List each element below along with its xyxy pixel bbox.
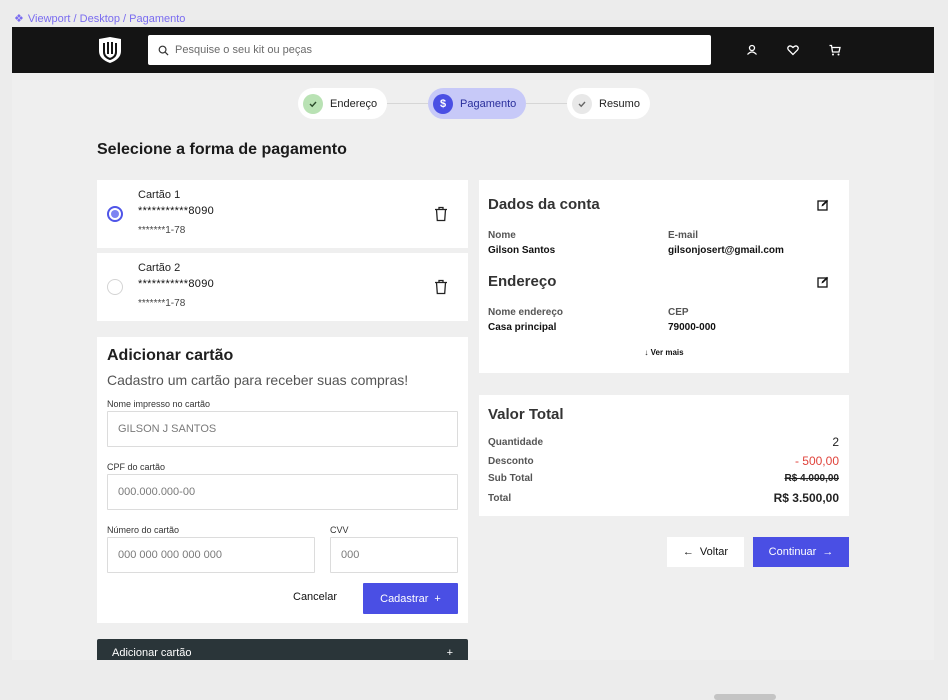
step-label: Resumo bbox=[599, 97, 640, 110]
total-key: Total bbox=[488, 492, 512, 504]
user-icon[interactable] bbox=[744, 42, 760, 58]
subtotal-key: Sub Total bbox=[488, 473, 533, 484]
horizontal-scrollbar[interactable] bbox=[714, 694, 776, 700]
card-number: ***********8090 bbox=[138, 278, 215, 290]
qty-key: Quantidade bbox=[488, 436, 544, 448]
continue-label: Continuar bbox=[768, 546, 817, 558]
back-button[interactable]: ← Voltar bbox=[667, 537, 744, 567]
viewport-frame: Pesquise o seu kit ou peças Endereço $ P… bbox=[12, 27, 934, 660]
discount-value: - 500,00 bbox=[794, 454, 839, 468]
step-pagamento[interactable]: $ Pagamento bbox=[428, 88, 527, 119]
account-title: Dados da conta bbox=[488, 196, 600, 213]
cep-value: 79000-000 bbox=[668, 322, 716, 333]
address-title: Endereço bbox=[488, 273, 557, 290]
stepper-connector bbox=[525, 103, 567, 104]
saved-card-item[interactable]: Cartão 2 ***********8090 *******1-78 bbox=[97, 253, 468, 321]
plus-icon: + bbox=[446, 647, 453, 659]
saved-card-item[interactable]: Cartão 1 ***********8090 *******1-78 bbox=[97, 180, 468, 248]
cpf-label: CPF do cartão bbox=[107, 462, 166, 472]
subtotal-value: R$ 4.000,00 bbox=[784, 473, 840, 484]
trash-icon[interactable] bbox=[434, 279, 448, 295]
add-card-collapsed-bar[interactable]: Adicionar cartão + bbox=[97, 639, 468, 660]
search-icon bbox=[158, 45, 169, 56]
register-card-button[interactable]: Cadastrar + bbox=[363, 583, 458, 614]
total-row: Total R$ 3.500,00 bbox=[488, 491, 839, 505]
email-key: E-mail bbox=[668, 230, 699, 241]
step-resumo[interactable]: Resumo bbox=[567, 88, 650, 119]
card-name: Cartão 1 bbox=[138, 189, 181, 201]
brand-logo-icon[interactable] bbox=[97, 36, 123, 64]
top-navigation-bar: Pesquise o seu kit ou peças bbox=[12, 27, 934, 73]
arrow-down-icon: ↓ bbox=[644, 348, 649, 357]
cvv-label: CVV bbox=[330, 525, 349, 535]
plus-icon: + bbox=[434, 592, 441, 605]
edit-icon[interactable] bbox=[817, 199, 829, 211]
card-name-label: Nome impresso no cartão bbox=[107, 399, 211, 409]
email-value: gilsonjosert@gmail.com bbox=[668, 245, 784, 256]
stepper-connector bbox=[386, 103, 428, 104]
qty-row: Quantidade 2 bbox=[488, 435, 839, 449]
trash-icon[interactable] bbox=[434, 206, 448, 222]
discount-row: Desconto - 500,00 bbox=[488, 454, 839, 468]
add-card-form: Adicionar cartão Cadastro um cartão para… bbox=[97, 337, 468, 623]
arrow-left-icon: ← bbox=[682, 546, 694, 558]
collapsed-bar-label: Adicionar cartão bbox=[112, 647, 192, 659]
cpf-input[interactable]: 000.000.000-00 bbox=[107, 474, 458, 510]
back-label: Voltar bbox=[699, 546, 729, 558]
address-name-value: Casa principal bbox=[488, 322, 557, 333]
order-total-panel: Valor Total Quantidade 2 Desconto - 500,… bbox=[479, 395, 849, 516]
total-title: Valor Total bbox=[488, 406, 564, 423]
subtotal-row: Sub Total R$ 4.000,00 bbox=[488, 473, 839, 484]
card-radio-selected[interactable] bbox=[107, 206, 123, 222]
edit-icon[interactable] bbox=[817, 276, 829, 288]
card-radio[interactable] bbox=[107, 279, 123, 295]
name-key: Nome bbox=[488, 230, 516, 241]
check-icon bbox=[572, 93, 592, 114]
step-endereco[interactable]: Endereço bbox=[298, 88, 388, 119]
name-value: Gilson Santos bbox=[488, 245, 556, 256]
check-icon bbox=[303, 93, 323, 114]
total-value: R$ 3.500,00 bbox=[773, 491, 839, 505]
address-name-key: Nome endereço bbox=[488, 307, 564, 318]
card-number-label: Número do cartão bbox=[107, 525, 180, 535]
breadcrumb: ❖ Viewport / Desktop / Pagamento bbox=[14, 12, 186, 26]
search-bar[interactable]: Pesquise o seu kit ou peças bbox=[148, 35, 711, 65]
component-icon: ❖ bbox=[14, 13, 24, 25]
qty-value: 2 bbox=[832, 435, 839, 449]
continue-button[interactable]: Continuar → bbox=[753, 537, 849, 567]
search-input[interactable]: Pesquise o seu kit ou peças bbox=[175, 44, 312, 56]
account-panel: Dados da conta Nome Gilson Santos E-mail… bbox=[479, 180, 849, 373]
step-label: Pagamento bbox=[460, 97, 517, 110]
page-title: Selecione a forma de pagamento bbox=[97, 141, 347, 158]
arrow-right-icon: → bbox=[822, 546, 834, 558]
add-card-subtitle: Cadastro um cartão para receber suas com… bbox=[107, 372, 409, 388]
heart-icon[interactable] bbox=[785, 42, 801, 58]
cart-icon[interactable] bbox=[827, 42, 843, 58]
step-label: Endereço bbox=[330, 97, 378, 110]
cep-key: CEP bbox=[668, 307, 689, 318]
card-number: ***********8090 bbox=[138, 205, 215, 217]
breadcrumb-path: Viewport / Desktop / Pagamento bbox=[27, 12, 186, 25]
cvv-input[interactable]: 000 bbox=[330, 537, 458, 573]
card-cpf: *******1-78 bbox=[138, 298, 186, 309]
add-card-title: Adicionar cartão bbox=[107, 347, 234, 364]
card-name: Cartão 2 bbox=[138, 262, 181, 274]
see-more-label: Ver mais bbox=[650, 348, 684, 357]
card-cpf: *******1-78 bbox=[138, 225, 186, 236]
cancel-button[interactable]: Cancelar bbox=[293, 591, 337, 603]
card-name-input[interactable]: GILSON J SANTOS bbox=[107, 411, 458, 447]
register-label: Cadastrar bbox=[380, 592, 429, 605]
see-more-link[interactable]: ↓ Ver mais bbox=[479, 348, 849, 357]
dollar-icon: $ bbox=[433, 93, 453, 114]
discount-key: Desconto bbox=[488, 455, 534, 467]
card-number-input[interactable]: 000 000 000 000 000 bbox=[107, 537, 315, 573]
